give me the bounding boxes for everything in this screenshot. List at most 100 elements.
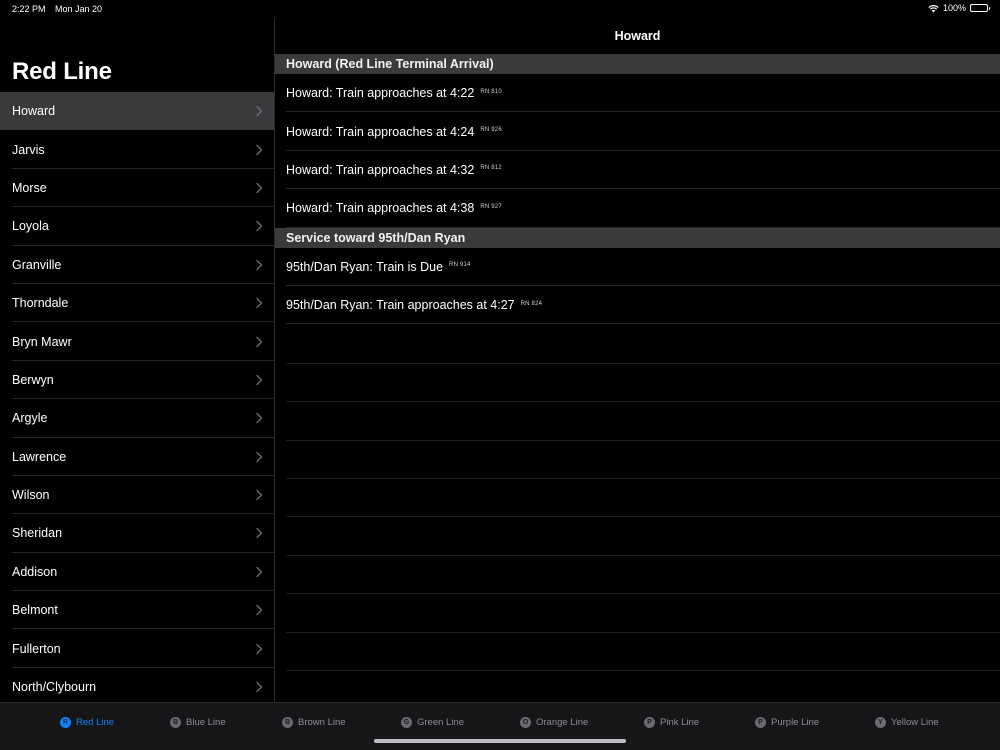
line-badge-icon: Y bbox=[875, 716, 886, 728]
station-item[interactable]: Loyola bbox=[0, 207, 274, 246]
arrival-text: Howard: Train approaches at 4:22 bbox=[286, 86, 475, 101]
station-label: Berwyn bbox=[12, 372, 54, 387]
detail-title: Howard bbox=[614, 29, 661, 43]
section-header: Service toward 95th/Dan Ryan bbox=[275, 227, 1000, 248]
tab-brown-line[interactable]: B Brown Line bbox=[282, 715, 346, 729]
arrival-row[interactable]: 95th/Dan Ryan: Train approaches at 4:27 R… bbox=[275, 286, 1000, 325]
tab-orange-line[interactable]: O Orange Line bbox=[520, 715, 588, 729]
line-badge-icon: P bbox=[755, 716, 766, 728]
line-badge-icon: P bbox=[644, 716, 655, 728]
status-time: 2:22 PM bbox=[12, 4, 46, 14]
station-label: Lawrence bbox=[12, 449, 67, 464]
arrival-text: Howard: Train approaches at 4:38 bbox=[286, 201, 475, 216]
line-badge-icon: O bbox=[520, 716, 531, 728]
station-item[interactable]: Thorndale bbox=[0, 284, 274, 323]
station-label: Loyola bbox=[12, 219, 49, 234]
station-item[interactable]: Addison bbox=[0, 553, 274, 592]
run-number: RN 927 bbox=[480, 203, 502, 210]
station-label: Granville bbox=[12, 257, 62, 272]
arrival-row[interactable]: Howard: Train approaches at 4:22 RN 810 bbox=[275, 74, 1000, 113]
tab-red-line[interactable]: R Red Line bbox=[60, 715, 114, 729]
chevron-right-icon bbox=[256, 605, 263, 616]
chevron-right-icon bbox=[256, 681, 263, 693]
battery-percent: 100% bbox=[942, 3, 966, 13]
tab-green-line[interactable]: G Green Line bbox=[401, 715, 464, 729]
station-item[interactable]: Berwyn bbox=[0, 361, 274, 400]
empty-row-separator bbox=[286, 363, 1000, 364]
chevron-right-icon bbox=[256, 259, 263, 270]
tab-purple-line[interactable]: P Purple Line bbox=[755, 715, 819, 729]
arrival-text: Howard: Train approaches at 4:24 bbox=[286, 124, 475, 139]
station-label: Belmont bbox=[12, 603, 58, 618]
tab-label: Red Line bbox=[76, 716, 115, 728]
station-item[interactable]: North/Clybourn bbox=[0, 668, 274, 702]
arrival-row[interactable]: Howard: Train approaches at 4:24 RN 926 bbox=[275, 112, 1000, 152]
tab-pink-line[interactable]: P Pink Line bbox=[644, 715, 699, 729]
chevron-right-icon bbox=[256, 297, 263, 309]
run-number: RN 812 bbox=[480, 165, 502, 172]
run-number: RN 810 bbox=[480, 88, 502, 95]
section-header-text: Howard (Red Line Terminal Arrival) bbox=[286, 57, 494, 71]
chevron-right-icon bbox=[256, 221, 263, 232]
station-label: Jarvis bbox=[12, 142, 45, 157]
chevron-right-icon bbox=[256, 106, 263, 117]
run-number: RN 926 bbox=[480, 127, 502, 134]
station-item[interactable]: Jarvis bbox=[0, 130, 274, 170]
tab-label: Blue Line bbox=[186, 716, 226, 728]
chevron-right-icon bbox=[256, 374, 263, 386]
station-label: Fullerton bbox=[12, 641, 61, 656]
empty-row-separator bbox=[286, 670, 1000, 671]
station-item[interactable]: Howard bbox=[0, 92, 274, 131]
empty-row-separator bbox=[286, 555, 1000, 556]
station-label: Sheridan bbox=[12, 526, 63, 541]
station-label: Thorndale bbox=[12, 296, 69, 311]
tab-label: Yellow Line bbox=[891, 716, 939, 728]
station-label: Addison bbox=[12, 564, 58, 579]
section-header: Howard (Red Line Terminal Arrival) bbox=[275, 54, 1000, 74]
station-item[interactable]: Morse bbox=[0, 169, 274, 208]
tab-blue-line[interactable]: B Blue Line bbox=[170, 715, 226, 729]
station-item[interactable]: Belmont bbox=[0, 591, 274, 630]
tab-label: Orange Line bbox=[536, 716, 589, 728]
tab-label: Pink Line bbox=[660, 716, 700, 728]
station-item[interactable]: Argyle bbox=[0, 399, 274, 438]
section-header-text: Service toward 95th/Dan Ryan bbox=[286, 230, 466, 245]
run-number: RN 914 bbox=[449, 262, 471, 269]
line-badge-icon: R bbox=[60, 716, 71, 728]
station-item[interactable]: Sheridan bbox=[0, 514, 274, 554]
station-item[interactable]: Bryn Mawr bbox=[0, 322, 274, 362]
arrival-row[interactable]: Howard: Train approaches at 4:38 RN 927 bbox=[275, 189, 1000, 228]
chevron-right-icon bbox=[256, 566, 263, 578]
line-badge-icon: B bbox=[170, 716, 181, 728]
chevron-right-icon bbox=[256, 144, 263, 155]
status-right: 100% bbox=[928, 3, 990, 13]
station-item[interactable]: Lawrence bbox=[0, 438, 274, 477]
tab-label: Brown Line bbox=[298, 716, 346, 728]
arrival-row[interactable]: Howard: Train approaches at 4:32 RN 812 bbox=[275, 151, 1000, 190]
station-label: Argyle bbox=[12, 411, 48, 426]
line-badge-icon: B bbox=[282, 716, 293, 728]
wifi-icon bbox=[928, 4, 939, 13]
empty-row-separator bbox=[286, 440, 1000, 441]
station-item[interactable]: Granville bbox=[0, 246, 274, 285]
empty-row-separator bbox=[286, 516, 1000, 517]
station-label: Howard bbox=[12, 104, 56, 119]
station-label: Bryn Mawr bbox=[12, 334, 72, 349]
detail-pane: Howard Howard (Red Line Terminal Arrival… bbox=[275, 18, 1000, 702]
station-label: Morse bbox=[12, 180, 47, 195]
empty-row-separator bbox=[286, 632, 1000, 633]
tab-yellow-line[interactable]: Y Yellow Line bbox=[875, 715, 939, 729]
status-bar: 2:22 PM Mon Jan 20 100% bbox=[0, 0, 1000, 18]
station-item[interactable]: Fullerton bbox=[0, 629, 274, 669]
station-label: Wilson bbox=[12, 488, 50, 503]
arrival-row[interactable]: 95th/Dan Ryan: Train is Due RN 914 bbox=[275, 248, 1000, 287]
sidebar-title: Red Line bbox=[12, 58, 112, 85]
chevron-right-icon bbox=[256, 489, 263, 501]
empty-row-separator bbox=[286, 401, 1000, 402]
home-indicator[interactable] bbox=[374, 739, 626, 743]
station-item[interactable]: Wilson bbox=[0, 476, 274, 515]
battery-icon bbox=[970, 4, 990, 12]
arrival-text: 95th/Dan Ryan: Train approaches at 4:27 bbox=[286, 298, 515, 313]
sidebar: Red Line Howard Jarvis Morse Loyola Granvill… bbox=[0, 18, 274, 702]
status-date: Mon Jan 20 bbox=[55, 4, 103, 14]
